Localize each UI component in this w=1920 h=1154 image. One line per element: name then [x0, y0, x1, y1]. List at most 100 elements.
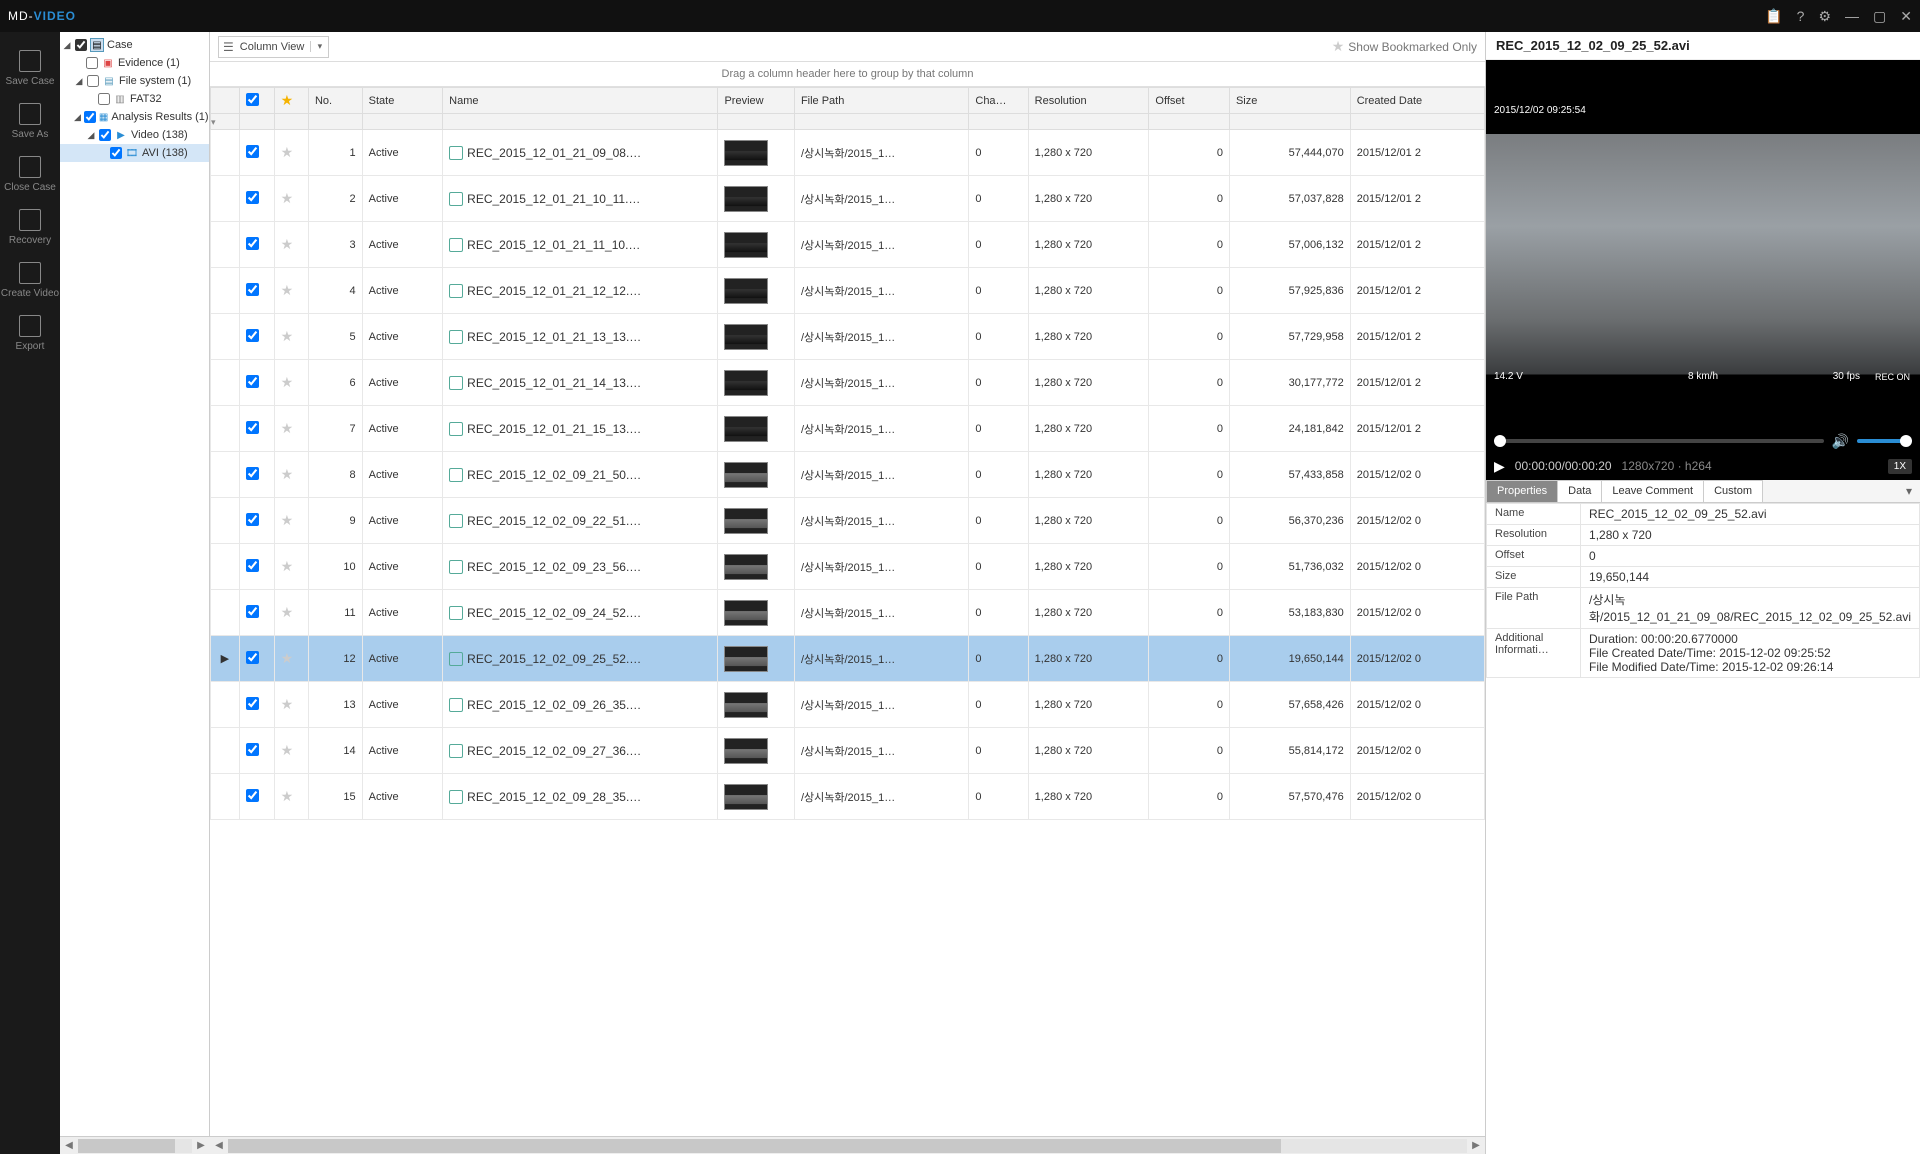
scrub-bar[interactable]: 🔊 — [1486, 430, 1920, 452]
sidebar-save-as[interactable]: Save As — [0, 95, 60, 148]
table-row[interactable]: ★11ActiveREC_2015_12_02_09_24_52.…/상시녹화/… — [211, 590, 1485, 636]
thumbnail[interactable] — [724, 738, 768, 764]
row-star-cell[interactable]: ★ — [274, 176, 308, 222]
scrub-track[interactable] — [1494, 439, 1824, 443]
cell-preview[interactable] — [718, 728, 794, 774]
row-check[interactable] — [246, 789, 259, 802]
row-check[interactable] — [246, 237, 259, 250]
row-star-cell[interactable]: ★ — [274, 774, 308, 820]
cell-preview[interactable] — [718, 452, 794, 498]
row-check[interactable] — [246, 421, 259, 434]
tree-evidence[interactable]: ▣Evidence (1) — [60, 54, 209, 72]
row-check-cell[interactable] — [239, 360, 274, 406]
tree-check[interactable] — [84, 111, 96, 123]
col-header[interactable]: File Path — [794, 88, 968, 114]
thumbnail[interactable] — [724, 140, 768, 166]
table-row[interactable]: ★6ActiveREC_2015_12_01_21_14_13.…/상시녹화/2… — [211, 360, 1485, 406]
tree-check[interactable] — [98, 93, 110, 105]
filter-cell[interactable] — [718, 114, 794, 130]
row-star-cell[interactable]: ★ — [274, 498, 308, 544]
select-all-check[interactable] — [246, 93, 259, 106]
row-check[interactable] — [246, 375, 259, 388]
row-star-cell[interactable]: ★ — [274, 544, 308, 590]
thumbnail[interactable] — [724, 278, 768, 304]
row-check[interactable] — [246, 329, 259, 342]
cell-preview[interactable] — [718, 498, 794, 544]
col-header[interactable] — [239, 88, 274, 114]
filter-cell[interactable] — [1229, 114, 1350, 130]
table-row[interactable]: ★1ActiveREC_2015_12_01_21_09_08.…/상시녹화/2… — [211, 130, 1485, 176]
row-star-cell[interactable]: ★ — [274, 314, 308, 360]
play-button[interactable]: ▶ — [1494, 458, 1505, 475]
star-icon[interactable]: ★ — [281, 696, 294, 712]
col-header[interactable]: Resolution — [1028, 88, 1149, 114]
thumbnail[interactable] — [724, 554, 768, 580]
row-check[interactable] — [246, 467, 259, 480]
col-header[interactable]: ★ — [274, 88, 308, 114]
tab-leave-comment[interactable]: Leave Comment — [1601, 480, 1704, 502]
cell-preview[interactable] — [718, 590, 794, 636]
row-check-cell[interactable] — [239, 636, 274, 682]
clipboard-icon[interactable]: 📋 — [1765, 8, 1782, 25]
tree-avi[interactable]: 🎞AVI (138) — [60, 144, 209, 162]
evidence-grid[interactable]: ★No.StateNamePreviewFile PathCha…Resolut… — [210, 87, 1485, 820]
table-row[interactable]: ★5ActiveREC_2015_12_01_21_13_13.…/상시녹화/2… — [211, 314, 1485, 360]
star-icon[interactable]: ★ — [281, 604, 294, 620]
row-star-cell[interactable]: ★ — [274, 268, 308, 314]
tab-properties[interactable]: Properties — [1486, 480, 1558, 502]
sidebar-save-case[interactable]: Save Case — [0, 42, 60, 95]
tab-custom[interactable]: Custom — [1703, 480, 1763, 502]
sidebar-create-video[interactable]: Create Video — [0, 254, 60, 307]
thumbnail[interactable] — [724, 692, 768, 718]
thumbnail[interactable] — [724, 324, 768, 350]
sidebar-export[interactable]: Export — [0, 307, 60, 360]
row-star-cell[interactable]: ★ — [274, 360, 308, 406]
cell-preview[interactable] — [718, 544, 794, 590]
row-check[interactable] — [246, 559, 259, 572]
case-tree[interactable]: ◢▤Case ▣Evidence (1) ◢▤File system (1) ▥… — [60, 32, 210, 1154]
row-check[interactable] — [246, 605, 259, 618]
tree-video[interactable]: ◢▶Video (138) — [60, 126, 209, 144]
row-star-cell[interactable]: ★ — [274, 452, 308, 498]
filter-cell[interactable] — [308, 114, 362, 130]
star-icon[interactable]: ★ — [281, 282, 294, 298]
cell-preview[interactable] — [718, 130, 794, 176]
row-check-cell[interactable] — [239, 590, 274, 636]
row-check-cell[interactable] — [239, 314, 274, 360]
col-header[interactable] — [211, 88, 240, 114]
cell-preview[interactable] — [718, 176, 794, 222]
star-icon[interactable]: ★ — [281, 466, 294, 482]
volume-handle[interactable] — [1900, 435, 1912, 447]
grid-hscroll[interactable]: ◀▶ — [210, 1136, 1485, 1154]
tree-filesystem[interactable]: ◢▤File system (1) — [60, 72, 209, 90]
filter-cell[interactable] — [362, 114, 443, 130]
gear-icon[interactable]: ⚙ — [1818, 8, 1831, 25]
cell-preview[interactable] — [718, 774, 794, 820]
speed-button[interactable]: 1X — [1888, 459, 1912, 474]
star-icon[interactable]: ★ — [281, 742, 294, 758]
table-row[interactable]: ★8ActiveREC_2015_12_02_09_21_50.…/상시녹화/2… — [211, 452, 1485, 498]
sidebar-close-case[interactable]: Close Case — [0, 148, 60, 201]
star-icon[interactable]: ★ — [281, 650, 294, 666]
col-header[interactable]: State — [362, 88, 443, 114]
video-frame[interactable]: 2015/12/02 09:25:54 14.2 V 8 km/h 30 fps… — [1486, 60, 1920, 430]
row-check-cell[interactable] — [239, 452, 274, 498]
row-check[interactable] — [246, 651, 259, 664]
cell-preview[interactable] — [718, 360, 794, 406]
star-icon[interactable]: ★ — [281, 144, 294, 160]
row-check-cell[interactable] — [239, 406, 274, 452]
filter-cell[interactable] — [274, 114, 308, 130]
row-check-cell[interactable] — [239, 268, 274, 314]
row-check-cell[interactable] — [239, 498, 274, 544]
table-row[interactable]: ★10ActiveREC_2015_12_02_09_23_56.…/상시녹화/… — [211, 544, 1485, 590]
row-check[interactable] — [246, 513, 259, 526]
table-row[interactable]: ★2ActiveREC_2015_12_01_21_10_11.…/상시녹화/2… — [211, 176, 1485, 222]
table-row[interactable]: ★15ActiveREC_2015_12_02_09_28_35.…/상시녹화/… — [211, 774, 1485, 820]
star-icon[interactable]: ★ — [281, 374, 294, 390]
filter-cell[interactable] — [969, 114, 1028, 130]
tree-check[interactable] — [110, 147, 122, 159]
row-check[interactable] — [246, 743, 259, 756]
tree-check[interactable] — [87, 75, 99, 87]
row-star-cell[interactable]: ★ — [274, 636, 308, 682]
col-header[interactable]: No. — [308, 88, 362, 114]
